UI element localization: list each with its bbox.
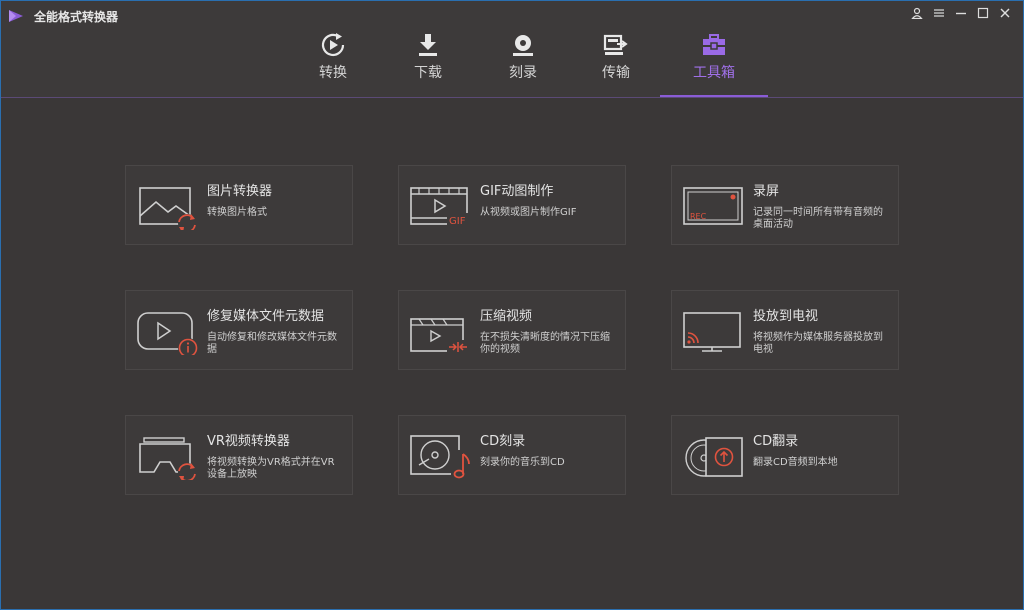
app-title: 全能格式转换器	[34, 10, 119, 24]
tab-burn[interactable]: 刻录	[488, 26, 558, 96]
svg-text:REC: REC	[690, 212, 707, 221]
tool-card-compress-video[interactable]: 压缩视频 在不损失清晰度的情况下压缩你的视频	[398, 290, 626, 370]
tool-card-cast-tv[interactable]: 投放到电视 将视频作为媒体服务器投放到电视	[671, 290, 899, 370]
cd-burn-icon	[410, 435, 471, 480]
cd-rip-icon	[685, 437, 743, 477]
tool-title: 修复媒体文件元数据	[207, 309, 325, 324]
compress-video-icon	[410, 318, 471, 353]
vr-convert-icon	[139, 437, 196, 480]
tool-description: 转换图片格式	[207, 207, 267, 218]
tool-description: 刻录你的音乐到CD	[480, 457, 565, 468]
menu-icon	[934, 9, 944, 17]
header-divider	[1, 97, 1023, 98]
tool-description: 从视频或图片制作GIF	[480, 207, 577, 218]
fix-metadata-icon	[137, 312, 198, 355]
app-logo-icon	[9, 10, 23, 22]
minimize-button[interactable]	[953, 5, 969, 21]
tool-title: 压缩视频	[480, 309, 533, 324]
tool-description: 将视频作为媒体服务器投放到电视	[753, 332, 883, 355]
gif-maker-icon: GIF	[410, 187, 469, 227]
tool-title: 图片转换器	[207, 184, 273, 199]
tab-transfer[interactable]: 传输	[581, 26, 651, 96]
account-button[interactable]	[909, 5, 925, 21]
user-icon	[911, 7, 923, 19]
tool-card-screen-recorder[interactable]: REC 录屏 记录同一时间所有带有音频的桌面活动	[671, 165, 899, 245]
tool-card-image-converter[interactable]: 图片转换器 转换图片格式	[125, 165, 353, 245]
tab-toolbox[interactable]: 工具箱	[679, 26, 749, 96]
tool-description: 记录同一时间所有带有音频的桌面活动	[753, 207, 883, 230]
download-icon	[419, 34, 437, 56]
tool-title: VR视频转换器	[207, 434, 290, 449]
menu-button[interactable]	[931, 5, 947, 21]
tool-description: 自动修复和修改媒体文件元数据	[207, 332, 337, 355]
tool-title: 录屏	[753, 184, 780, 199]
tab-download[interactable]: 下载	[393, 26, 463, 96]
close-icon	[1000, 8, 1010, 18]
tool-card-cd-rip[interactable]: CD翻录 翻录CD音频到本地	[671, 415, 899, 495]
tool-title: CD翻录	[753, 434, 799, 449]
transfer-icon	[603, 34, 628, 55]
tool-card-fix-metadata[interactable]: 修复媒体文件元数据 自动修复和修改媒体文件元数据	[125, 290, 353, 370]
tool-description: 在不损失清晰度的情况下压缩你的视频	[480, 332, 610, 355]
image-convert-icon	[139, 187, 196, 230]
tool-title: GIF动图制作	[480, 184, 554, 199]
toolbox-icon	[703, 34, 725, 55]
tool-description: 将视频转换为VR格式并在VR设备上放映	[207, 457, 335, 480]
main-tabs: 转换 下载 刻录 传输 工具箱	[1, 26, 1023, 96]
maximize-icon	[977, 7, 989, 19]
tool-title: 投放到电视	[753, 309, 819, 324]
svg-text:GIF: GIF	[449, 216, 466, 227]
screen-record-icon: REC	[683, 187, 743, 225]
tool-title: CD刻录	[480, 434, 526, 449]
minimize-icon	[956, 12, 966, 15]
tool-description: 翻录CD音频到本地	[753, 457, 838, 468]
window-controls	[909, 5, 1013, 21]
convert-icon	[321, 33, 345, 57]
cast-tv-icon	[683, 312, 741, 352]
tool-card-vr-converter[interactable]: VR视频转换器 将视频转换为VR格式并在VR设备上放映	[125, 415, 353, 495]
tool-card-cd-burn[interactable]: CD刻录 刻录你的音乐到CD	[398, 415, 626, 495]
maximize-button[interactable]	[975, 5, 991, 21]
close-button[interactable]	[997, 5, 1013, 21]
tool-card-gif-maker[interactable]: GIF GIF动图制作 从视频或图片制作GIF	[398, 165, 626, 245]
header: 全能格式转换器 转换 下载 刻录 传输 工具箱	[1, 1, 1023, 97]
burn-disc-icon	[513, 35, 533, 56]
tab-convert[interactable]: 转换	[298, 26, 368, 96]
